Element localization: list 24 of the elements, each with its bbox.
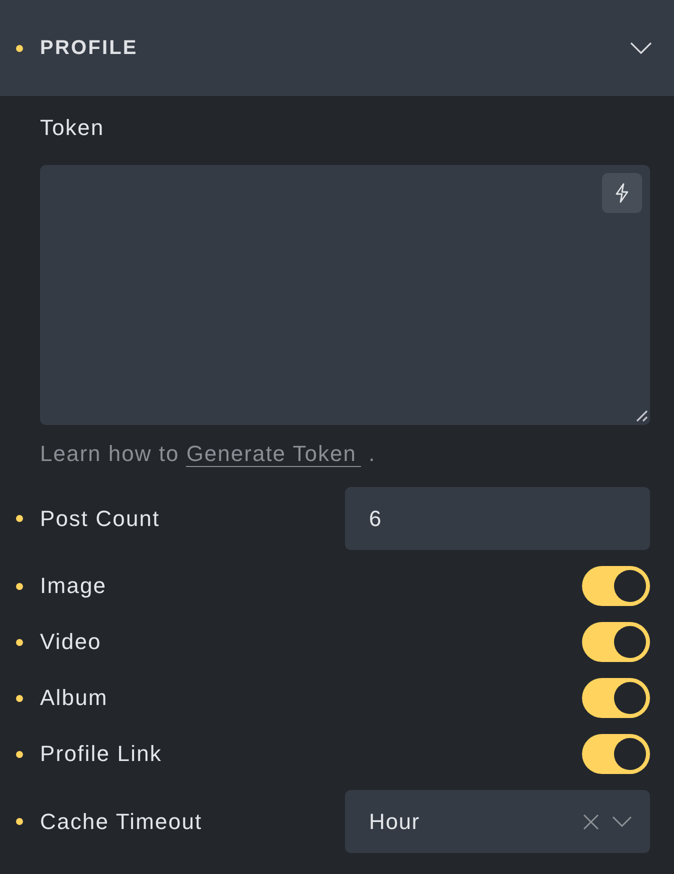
toggle-switch[interactable] bbox=[582, 734, 650, 774]
chevron-icon bbox=[612, 816, 632, 827]
post-count-field[interactable]: 6 bbox=[345, 487, 650, 550]
token-label: Token bbox=[40, 116, 104, 140]
field-label: Post Count bbox=[40, 506, 160, 530]
dynamic-data-button[interactable] bbox=[602, 173, 642, 213]
section-title: PROFILE bbox=[40, 36, 138, 60]
field-label: Cache Timeout bbox=[40, 810, 202, 834]
clear-icon[interactable] bbox=[583, 814, 599, 830]
field-label: Image bbox=[40, 574, 107, 598]
toggle-switch[interactable] bbox=[582, 566, 650, 606]
toggle-switch[interactable] bbox=[582, 678, 650, 718]
chevron-icon[interactable] bbox=[630, 42, 652, 54]
resize-grip-icon[interactable] bbox=[636, 410, 648, 422]
help-text: Learn how to Generate Token . bbox=[40, 442, 376, 466]
section-header[interactable]: PROFILE bbox=[0, 0, 674, 96]
generate-token-link[interactable]: Generate Token bbox=[186, 441, 362, 467]
lightning-icon bbox=[615, 183, 629, 203]
field-label: Profile Link bbox=[40, 742, 162, 766]
token-field[interactable] bbox=[40, 165, 650, 425]
toggle-switch[interactable] bbox=[582, 622, 650, 662]
cache-timeout-dropdown[interactable]: Hour bbox=[345, 790, 650, 853]
field-label: Album bbox=[40, 686, 108, 710]
field-label: Video bbox=[40, 630, 102, 654]
